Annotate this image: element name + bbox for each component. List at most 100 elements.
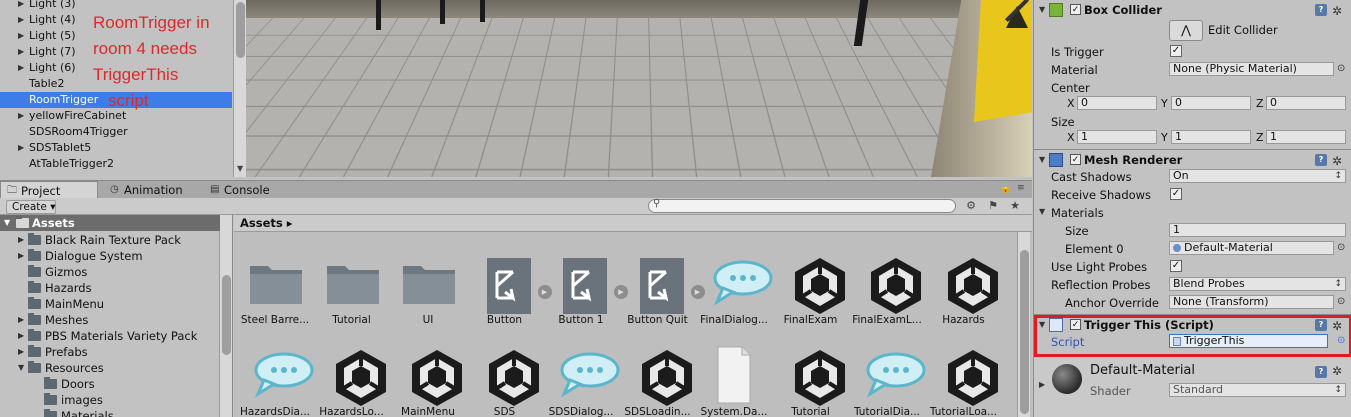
- filter-by-type-icon[interactable]: ⚙: [962, 199, 980, 213]
- tab-animation[interactable]: ◷ Animation: [104, 181, 204, 199]
- center-z-field[interactable]: 0: [1266, 96, 1346, 110]
- help-icon[interactable]: ?: [1315, 154, 1327, 166]
- lock-icon[interactable]: 🔒: [1000, 184, 1011, 194]
- tree-item[interactable]: ▶ Dialogue System: [0, 248, 220, 264]
- object-picker-icon[interactable]: ⊙: [1337, 242, 1345, 253]
- expand-arrow-icon[interactable]: ▶: [18, 108, 28, 124]
- script-field[interactable]: TriggerThis: [1169, 334, 1328, 348]
- create-button[interactable]: Create ▾: [6, 200, 56, 214]
- tree-item[interactable]: Gizmos: [0, 264, 220, 280]
- tree-item[interactable]: Doors: [0, 376, 220, 392]
- asset-item[interactable]: SDS: [466, 340, 544, 417]
- center-x-field[interactable]: 0: [1077, 96, 1157, 110]
- material-expand-icon[interactable]: ▶: [1039, 380, 1045, 389]
- asset-item[interactable]: SDSDialog...: [542, 340, 620, 417]
- object-picker-icon[interactable]: ⊙: [1337, 296, 1345, 307]
- favorite-star-icon[interactable]: ★: [1006, 199, 1024, 213]
- tab-console[interactable]: ▤ Console: [204, 181, 294, 199]
- is-trigger-checkbox[interactable]: ✓: [1170, 45, 1182, 57]
- collapse-icon[interactable]: ▼: [1039, 316, 1045, 334]
- hierarchy-scroll-thumb[interactable]: [236, 2, 245, 58]
- anchor-override-field[interactable]: None (Transform): [1169, 295, 1334, 309]
- help-icon[interactable]: ?: [1315, 319, 1327, 331]
- tree-item[interactable]: ▶ Black Rain Texture Pack: [0, 232, 220, 248]
- trigger-this-enabled-checkbox[interactable]: ✓: [1070, 319, 1081, 330]
- tree-item[interactable]: ▼ Resources: [0, 360, 220, 376]
- help-icon[interactable]: ?: [1315, 366, 1327, 378]
- mesh-renderer-enabled-checkbox[interactable]: ✓: [1070, 154, 1081, 165]
- search-input[interactable]: ⚲: [648, 198, 956, 213]
- tree-scrollbar[interactable]: [219, 215, 232, 417]
- collapse-icon[interactable]: ▼: [1039, 151, 1045, 169]
- breadcrumb[interactable]: Assets ▸: [240, 216, 293, 230]
- assets-scrollbar[interactable]: [1017, 232, 1030, 417]
- receive-shadows-checkbox[interactable]: ✓: [1170, 188, 1182, 200]
- scroll-down-icon[interactable]: ▼: [237, 164, 243, 173]
- tree-item[interactable]: MainMenu: [0, 296, 220, 312]
- expand-arrow-icon[interactable]: ▶: [18, 0, 28, 12]
- materials-collapse-icon[interactable]: ▼: [1039, 207, 1045, 216]
- expand-arrow-icon[interactable]: ▶: [18, 248, 28, 264]
- asset-item[interactable]: FinalDialog...: [695, 248, 773, 330]
- expand-arrow-icon[interactable]: ▶: [18, 28, 28, 44]
- asset-item[interactable]: Tutorial: [313, 248, 391, 330]
- asset-item[interactable]: FinalExam: [772, 248, 850, 330]
- box-collider-enabled-checkbox[interactable]: ✓: [1070, 4, 1081, 15]
- tree-item[interactable]: images: [0, 392, 220, 408]
- asset-item[interactable]: SDSLoadin...: [619, 340, 697, 417]
- expand-arrow-icon[interactable]: ▶: [18, 328, 28, 344]
- asset-item[interactable]: Tutorial: [772, 340, 850, 417]
- center-y-field[interactable]: 0: [1171, 96, 1251, 110]
- edit-collider-button[interactable]: ⋀: [1169, 20, 1203, 41]
- asset-item[interactable]: Hazards: [925, 248, 1003, 330]
- hierarchy-item[interactable]: ▶ SDSTablet5: [0, 140, 232, 156]
- collapse-icon[interactable]: ▼: [1039, 1, 1045, 19]
- assets-scroll-thumb[interactable]: [1020, 250, 1029, 414]
- expand-arrow-icon[interactable]: ▶: [18, 44, 28, 60]
- element0-field[interactable]: Default-Material: [1169, 241, 1334, 255]
- help-icon[interactable]: ?: [1315, 4, 1327, 16]
- reflection-probes-dropdown[interactable]: Blend Probes: [1169, 277, 1346, 291]
- use-light-probes-checkbox[interactable]: ✓: [1170, 260, 1182, 272]
- expand-arrow-icon[interactable]: ▶: [18, 232, 28, 248]
- asset-item[interactable]: Steel Barre...: [236, 248, 314, 330]
- object-picker-icon[interactable]: ⊙: [1337, 335, 1345, 346]
- expand-arrow-icon[interactable]: ▶: [18, 344, 28, 360]
- gear-icon[interactable]: ✲: [1332, 317, 1342, 335]
- expand-arrow-icon[interactable]: ▶: [18, 312, 28, 328]
- collapse-icon[interactable]: ▼: [18, 360, 28, 376]
- size-x-field[interactable]: 1: [1077, 130, 1157, 144]
- asset-item[interactable]: Button 1: [542, 248, 620, 330]
- tree-item[interactable]: ▶ PBS Materials Variety Pack: [0, 328, 220, 344]
- asset-item[interactable]: System.Da...: [695, 340, 773, 417]
- panel-menu-icon[interactable]: ≡: [1017, 183, 1025, 193]
- tree-root-assets[interactable]: ▼ Assets: [0, 215, 220, 231]
- asset-item[interactable]: HazardsLo...: [313, 340, 391, 417]
- tree-item[interactable]: Materials: [0, 408, 220, 417]
- asset-item[interactable]: TutorialLoa...: [925, 340, 1003, 417]
- hierarchy-scrollbar[interactable]: ▼: [233, 0, 246, 177]
- tree-item[interactable]: ▶ Meshes: [0, 312, 220, 328]
- expand-arrow-icon[interactable]: ▶: [18, 12, 28, 28]
- expand-arrow-icon[interactable]: ▶: [18, 60, 28, 76]
- asset-item[interactable]: MainMenu: [389, 340, 467, 417]
- asset-item[interactable]: HazardsDia...: [236, 340, 314, 417]
- materials-size-field[interactable]: 1: [1169, 223, 1346, 237]
- filter-by-label-icon[interactable]: ⚑: [984, 199, 1002, 213]
- gear-icon[interactable]: ✲: [1332, 2, 1342, 20]
- tree-item[interactable]: Hazards: [0, 280, 220, 296]
- size-y-field[interactable]: 1: [1171, 130, 1251, 144]
- asset-item[interactable]: UI: [389, 248, 467, 330]
- collapse-icon[interactable]: ▼: [4, 215, 14, 231]
- material-field[interactable]: None (Physic Material): [1169, 62, 1334, 76]
- shader-dropdown[interactable]: Standard: [1169, 383, 1346, 397]
- cast-shadows-dropdown[interactable]: On: [1169, 169, 1346, 183]
- asset-item[interactable]: Button Quit: [619, 248, 697, 330]
- object-picker-icon[interactable]: ⊙: [1337, 63, 1345, 74]
- box-collider-header[interactable]: ▼ ✓ Box Collider ? ✲: [1034, 1, 1351, 19]
- hierarchy-item[interactable]: AtTableTrigger2: [0, 156, 232, 172]
- asset-item[interactable]: FinalExamL...: [848, 248, 926, 330]
- asset-item[interactable]: Button: [466, 248, 544, 330]
- asset-item[interactable]: TutorialDia...: [848, 340, 926, 417]
- scene-view[interactable]: [246, 0, 1032, 177]
